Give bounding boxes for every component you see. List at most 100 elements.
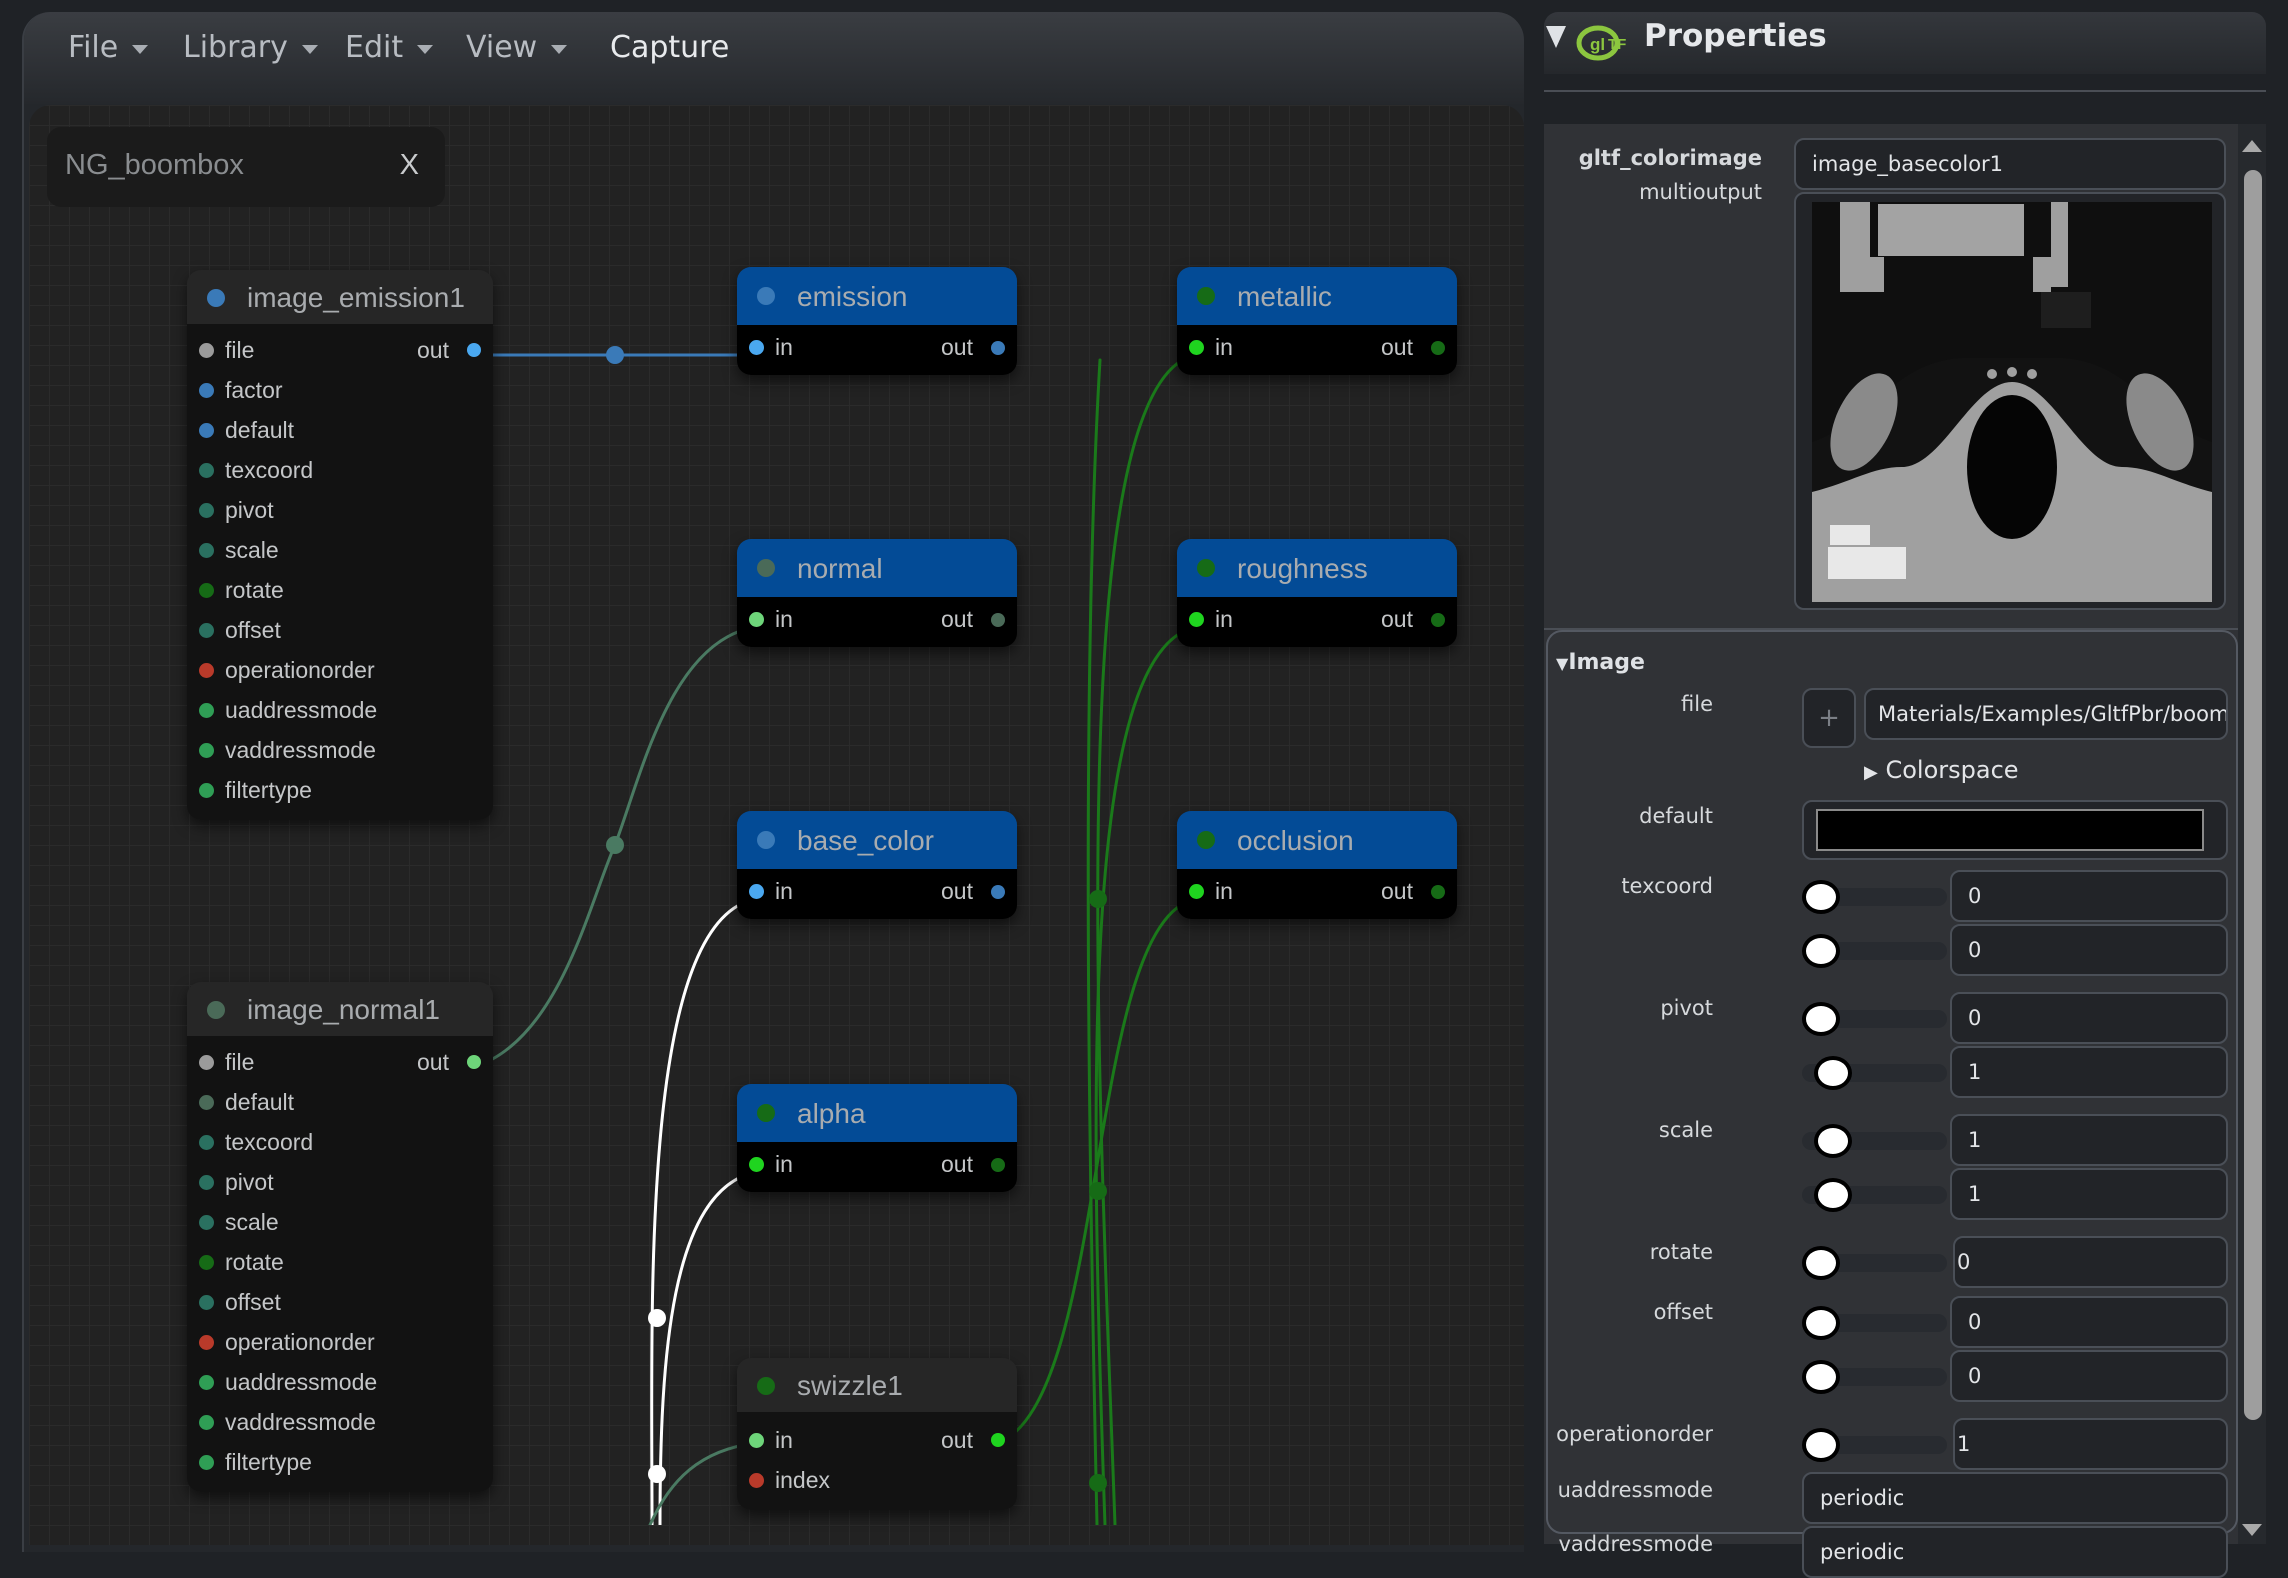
slider-knob[interactable] bbox=[1802, 934, 1840, 968]
node-header[interactable]: emission bbox=[737, 267, 1017, 325]
image-section-toggle[interactable]: ▼Image bbox=[1556, 650, 1645, 675]
slider-knob[interactable] bbox=[1814, 1056, 1852, 1090]
graph-tab[interactable]: NG_boombox X bbox=[47, 127, 445, 207]
value-slider[interactable] bbox=[1802, 880, 1947, 914]
default-color-swatch[interactable] bbox=[1816, 809, 2204, 851]
scrollbar-thumb[interactable] bbox=[2244, 170, 2262, 1420]
node-header[interactable]: swizzle1 bbox=[737, 1358, 1017, 1412]
output-pin-out[interactable] bbox=[991, 613, 1005, 627]
node-normal[interactable]: normal in out bbox=[737, 539, 1017, 647]
number-input[interactable]: 0 bbox=[1950, 1296, 2228, 1348]
scroll-down-icon[interactable] bbox=[2242, 1524, 2262, 1536]
input-pin-operationorder[interactable] bbox=[199, 1335, 214, 1350]
value-slider[interactable] bbox=[1802, 1178, 1947, 1212]
output-pin-out[interactable] bbox=[467, 343, 481, 357]
node-base-color[interactable]: base_color in out bbox=[737, 811, 1017, 919]
output-pin-out[interactable] bbox=[991, 885, 1005, 899]
slider-knob[interactable] bbox=[1802, 1428, 1840, 1462]
menu-capture[interactable]: Capture bbox=[610, 30, 729, 65]
input-pin-rotate[interactable] bbox=[199, 1255, 214, 1270]
node-header[interactable]: occlusion bbox=[1177, 811, 1457, 869]
node-header[interactable]: image_normal1 bbox=[187, 982, 493, 1036]
input-pin-index[interactable] bbox=[749, 1473, 764, 1488]
number-input[interactable]: 1 bbox=[1950, 1046, 2228, 1098]
output-pin-out[interactable] bbox=[467, 1055, 481, 1069]
node-swizzle1[interactable]: swizzle1 in out index bbox=[737, 1358, 1017, 1510]
input-pin-texcoord[interactable] bbox=[199, 463, 214, 478]
input-pin-file[interactable] bbox=[199, 1055, 214, 1070]
node-image-emission1[interactable]: image_emission1 file out factor default texc… bbox=[187, 270, 493, 820]
menu-file[interactable]: File bbox=[68, 30, 149, 65]
value-slider[interactable] bbox=[1802, 1002, 1947, 1036]
scroll-up-icon[interactable] bbox=[2242, 140, 2262, 152]
file-path-input[interactable]: Materials/Examples/GltfPbr/boom bbox=[1864, 688, 2228, 740]
input-pin-scale[interactable] bbox=[199, 543, 214, 558]
output-pin-out[interactable] bbox=[1431, 885, 1445, 899]
number-input[interactable]: 1 bbox=[1950, 1114, 2228, 1166]
input-pin-default[interactable] bbox=[199, 423, 214, 438]
input-pin-offset[interactable] bbox=[199, 1295, 214, 1310]
properties-header[interactable]: gl TF Properties bbox=[1544, 12, 2266, 74]
number-input[interactable]: 0 bbox=[1953, 1236, 2228, 1288]
add-file-button[interactable]: + bbox=[1802, 688, 1856, 748]
input-pin-uaddressmode[interactable] bbox=[199, 703, 214, 718]
node-occlusion[interactable]: occlusion in out bbox=[1177, 811, 1457, 919]
value-slider[interactable] bbox=[1802, 1306, 1947, 1340]
node-header[interactable]: roughness bbox=[1177, 539, 1457, 597]
value-slider[interactable] bbox=[1802, 934, 1947, 968]
colorspace-toggle[interactable]: ▶ Colorspace bbox=[1864, 756, 2019, 784]
input-pin-uaddressmode[interactable] bbox=[199, 1375, 214, 1390]
input-pin-scale[interactable] bbox=[199, 1215, 214, 1230]
slider-knob[interactable] bbox=[1814, 1124, 1852, 1158]
input-pin-texcoord[interactable] bbox=[199, 1135, 214, 1150]
output-pin-out[interactable] bbox=[1431, 341, 1445, 355]
node-header[interactable]: normal bbox=[737, 539, 1017, 597]
value-slider[interactable] bbox=[1802, 1246, 1947, 1280]
slider-knob[interactable] bbox=[1802, 1246, 1840, 1280]
node-header[interactable]: alpha bbox=[737, 1084, 1017, 1142]
input-pin-pivot[interactable] bbox=[199, 1175, 214, 1190]
vaddressmode-select[interactable]: periodic bbox=[1802, 1526, 2228, 1578]
collapse-triangle-icon[interactable] bbox=[1546, 26, 1566, 48]
node-image-normal1[interactable]: image_normal1 file out default texcoord pivo… bbox=[187, 982, 493, 1492]
menu-library[interactable]: Library bbox=[183, 30, 318, 65]
number-input[interactable]: 1 bbox=[1953, 1418, 2228, 1470]
input-pin-vaddressmode[interactable] bbox=[199, 743, 214, 758]
input-pin-pivot[interactable] bbox=[199, 503, 214, 518]
input-pin-in[interactable] bbox=[749, 1433, 764, 1448]
value-slider[interactable] bbox=[1802, 1360, 1947, 1394]
output-pin-out[interactable] bbox=[991, 341, 1005, 355]
node-alpha[interactable]: alpha in out bbox=[737, 1084, 1017, 1192]
uaddressmode-select[interactable]: periodic bbox=[1802, 1472, 2228, 1524]
value-slider[interactable] bbox=[1802, 1428, 1947, 1462]
number-input[interactable]: 0 bbox=[1950, 870, 2228, 922]
slider-knob[interactable] bbox=[1814, 1178, 1852, 1212]
input-pin-offset[interactable] bbox=[199, 623, 214, 638]
value-slider[interactable] bbox=[1802, 1056, 1947, 1090]
slider-knob[interactable] bbox=[1802, 1002, 1840, 1036]
properties-scrollbar[interactable] bbox=[2238, 124, 2266, 1544]
output-pin-out[interactable] bbox=[991, 1433, 1005, 1447]
input-pin-vaddressmode[interactable] bbox=[199, 1415, 214, 1430]
slider-knob[interactable] bbox=[1802, 1360, 1840, 1394]
input-pin-filtertype[interactable] bbox=[199, 1455, 214, 1470]
slider-knob[interactable] bbox=[1802, 880, 1840, 914]
input-pin-filtertype[interactable] bbox=[199, 783, 214, 798]
node-header[interactable]: base_color bbox=[737, 811, 1017, 869]
input-pin-operationorder[interactable] bbox=[199, 663, 214, 678]
node-roughness[interactable]: roughness in out bbox=[1177, 539, 1457, 647]
input-pin-in[interactable] bbox=[1189, 884, 1204, 899]
number-input[interactable]: 0 bbox=[1950, 924, 2228, 976]
slider-knob[interactable] bbox=[1802, 1306, 1840, 1340]
number-input[interactable]: 0 bbox=[1950, 992, 2228, 1044]
output-pin-out[interactable] bbox=[1431, 613, 1445, 627]
input-pin-default[interactable] bbox=[199, 1095, 214, 1110]
number-input[interactable]: 0 bbox=[1950, 1350, 2228, 1402]
input-pin-rotate[interactable] bbox=[199, 583, 214, 598]
node-metallic[interactable]: metallic in out bbox=[1177, 267, 1457, 375]
input-pin-in[interactable] bbox=[749, 1157, 764, 1172]
input-pin-factor[interactable] bbox=[199, 383, 214, 398]
close-icon[interactable]: X bbox=[400, 149, 419, 182]
menu-view[interactable]: View bbox=[466, 30, 568, 65]
value-slider[interactable] bbox=[1802, 1124, 1947, 1158]
